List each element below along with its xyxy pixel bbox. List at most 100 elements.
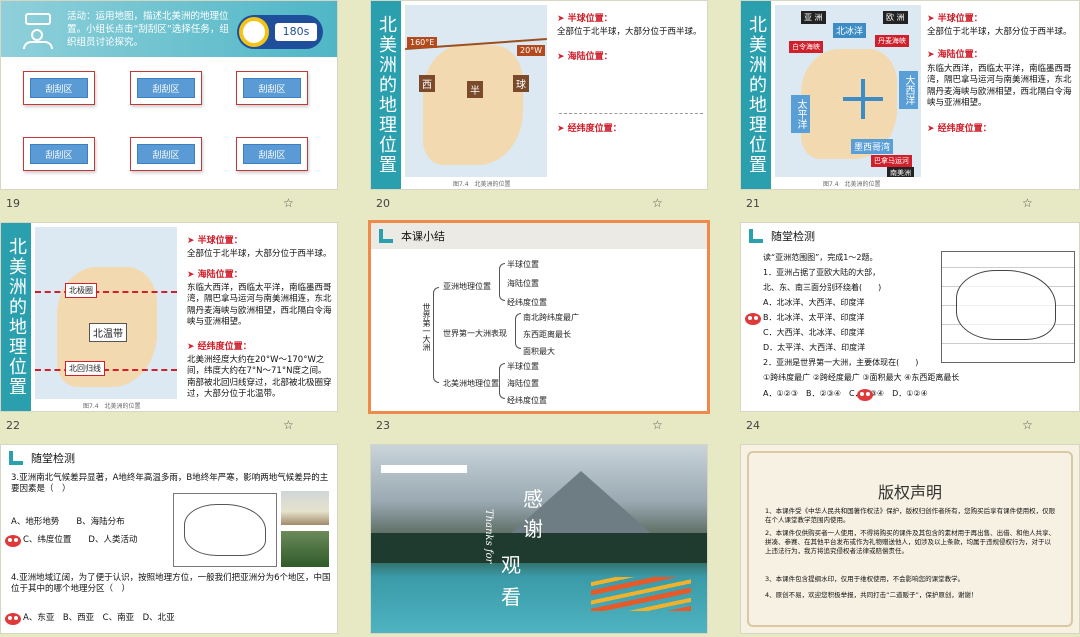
sea-land-label: ➤ 海陆位置： [187, 270, 243, 280]
sea-land-text: 东临大西洋，西临太平洋，南临墨西哥湾，隔巴拿马运河与南美洲相连，东北隔丹麦海峡与… [187, 283, 332, 328]
lonlat-label: ➤ 经纬度位置： [927, 124, 992, 134]
lonlat-label: ➤ 经纬度位置： [557, 124, 622, 134]
north-america-map: 160°E 20°W 西 半 球 [405, 5, 547, 177]
copyright-item: 1、本课件受《中华人民共和国著作权法》保护，版权归创作者所有，您购买后享有课件使… [765, 507, 1056, 524]
slide-thumbnail-21[interactable]: 北美洲的地理位置 亚 洲 北冰洋 欧 洲 白令海峡 丹麦海峡 太平洋 大西洋 墨… [740, 0, 1080, 190]
slide-title: 北美洲的地理位置 [1, 223, 31, 411]
leaf-item: 经纬度位置 [507, 298, 547, 307]
favorite-star-icon[interactable]: ☆ [1022, 196, 1033, 210]
branch-label: 亚洲地理位置 [443, 282, 491, 291]
desert-photo [281, 491, 329, 525]
hemisphere-text: 全部位于北半球，大部分位于西半球。 [187, 249, 332, 259]
map-tag-denmark: 丹麦海峡 [875, 35, 909, 47]
slide-header-title: 本课小结 [401, 230, 445, 243]
section-marker-icon [9, 451, 23, 465]
timer-widget[interactable]: 180s [237, 15, 323, 49]
direction-arrows-icon [843, 79, 883, 119]
section-marker-icon [379, 229, 393, 243]
leaf-item: 半球位置 [507, 362, 539, 371]
map-tag-bering: 白令海峡 [789, 41, 823, 53]
slide-thumbnail-19[interactable]: 活动：运用地图，描述北美洲的地理位置。小组长点击“刮刮区”选择任务，组织组员讨论… [0, 0, 338, 190]
question-line: 2．亚洲是世界第一大洲，主要体现在( ) [763, 358, 919, 367]
map-tag-ban: 半 [467, 81, 483, 98]
map-tag-gulf: 墨西哥湾 [851, 139, 894, 154]
thanks-char: 感 [523, 487, 543, 511]
section-marker-icon [749, 229, 763, 243]
slide-thumbnail-23[interactable]: 本课小结 世界第一大洲 亚洲地理位置 世界第一大洲表现 北美洲地理位置 半球位置… [368, 220, 710, 414]
slide-thumbnail-27[interactable]: 版权声明 1、本课件受《中华人民共和国著作权法》保护，版权归创作者所有，您购买后… [740, 444, 1080, 634]
forest-photo [281, 531, 329, 567]
group-icon [21, 13, 55, 49]
owl-mascot-icon [857, 389, 873, 401]
answer-line [559, 113, 703, 114]
favorite-star-icon[interactable]: ☆ [283, 418, 294, 432]
favorite-star-icon[interactable]: ☆ [652, 196, 663, 210]
scratch-zone-2[interactable]: 刮刮区 [130, 71, 202, 105]
option-line: C、纬度位置 D、人类活动 [23, 535, 138, 545]
leaf-item: 经纬度位置 [507, 396, 547, 405]
thanks-char: 谢 [523, 517, 543, 541]
sea-land-label: ➤ 海陆位置： [557, 52, 613, 62]
option-line: A、东亚 B、西亚 C、南亚 D、北亚 [23, 613, 175, 623]
map-caption: 图7.4 北美洲的位置 [823, 181, 881, 188]
lonlat-label: ➤ 经纬度位置： [187, 342, 252, 352]
slide-number-22: 22 [6, 419, 20, 432]
option-line: D．太平洋、大西洋、印度洋 [763, 343, 866, 352]
leaf-item: 半球位置 [507, 260, 539, 269]
activity-text: 活动：运用地图，描述北美洲的地理位置。小组长点击“刮刮区”选择任务，组织组员讨论… [67, 11, 229, 48]
copyright-item: 4、原创不易，欢迎您积极举报，共同打击“二道贩子”，保护原创，谢谢！ [765, 591, 978, 599]
scratch-zone-4[interactable]: 刮刮区 [23, 137, 95, 171]
slide-thumbnail-22[interactable]: 北美洲的地理位置 北极圈 北温带 北回归线 图7.4 北美洲的位置 ➤ 半球位置… [0, 222, 338, 412]
hemisphere-text: 全部位于北半球，大部分位于西半球。 [927, 27, 1072, 37]
timer-value: 180s [275, 23, 317, 41]
favorite-star-icon[interactable]: ☆ [1022, 418, 1033, 432]
map-tag-arctic: 北冰洋 [833, 23, 867, 38]
hemisphere-label: ➤ 半球位置： [927, 14, 983, 24]
north-america-map: 北极圈 北温带 北回归线 [35, 227, 177, 399]
map-tag-panama: 巴拿马运河 [871, 155, 912, 167]
scratch-zone-label: 刮刮区 [30, 78, 88, 98]
map-tag-pacific: 太平洋 [791, 95, 810, 133]
scratch-zone-3[interactable]: 刮刮区 [236, 71, 308, 105]
hemisphere-label: ➤ 半球位置： [557, 14, 613, 24]
slide-title: 北美洲的地理位置 [741, 1, 771, 189]
script-thanks: Thanks for [483, 509, 494, 564]
slide-header: 随堂检测 [741, 223, 1079, 249]
map-tag-arctic-circle: 北极圈 [65, 283, 97, 298]
leaf-item: 海陆位置 [507, 379, 539, 388]
question-line: 4.亚洲地域辽阔，为了便于认识，按照地理方位，一般我们把亚洲分为6个地区，中国位… [11, 573, 331, 595]
scratch-zone-label: 刮刮区 [30, 144, 88, 164]
slide-thumbnail-26[interactable]: 感 谢 观 看 Thanks for [370, 444, 708, 634]
leaf-item: 面积最大 [523, 347, 555, 356]
scratch-zone-6[interactable]: 刮刮区 [236, 137, 308, 171]
map-tag-asia: 亚 洲 [801, 11, 826, 24]
favorite-star-icon[interactable]: ☆ [283, 196, 294, 210]
map-caption: 图7.4 北美洲的位置 [453, 181, 511, 188]
slide-thumbnail-25[interactable]: 随堂检测 3.亚洲南北气候差异显著，A地终年高温多雨，B地终年严寒，影响两地气候… [0, 444, 338, 634]
hemisphere-label: ➤ 半球位置： [187, 236, 243, 246]
map-tag-xi: 西 [419, 75, 435, 92]
map-tag-europe: 欧 洲 [883, 11, 908, 24]
map-tag-atlantic: 大西洋 [899, 71, 918, 109]
leaf-item: 东西距离最长 [523, 330, 571, 339]
copyright-item: 3、本课件包含提纲水印，仅用于维权使用，不会影响您的课堂教学。 [765, 575, 965, 583]
scratch-zone-5[interactable]: 刮刮区 [130, 137, 202, 171]
hemisphere-text: 全部位于北半球，大部分位于西半球。 [557, 27, 702, 37]
copyright-item: 2、本课件仅供购买者一人使用，不得将购买的课件及其包含的素材用于再出售、出借、和… [765, 529, 1056, 555]
scratch-zone-1[interactable]: 刮刮区 [23, 71, 95, 105]
slide-number-19: 19 [6, 197, 20, 210]
option-line: C．大西洋、北冰洋、印度洋 [763, 328, 865, 337]
asia-map [173, 493, 277, 567]
option-line: B．北冰洋、太平洋、印度洋 [763, 313, 865, 322]
north-america-map: 亚 洲 北冰洋 欧 洲 白令海峡 丹麦海峡 太平洋 大西洋 墨西哥湾 巴拿马运河… [775, 5, 921, 177]
slide-thumbnail-20[interactable]: 北美洲的地理位置 160°E 20°W 西 半 球 图7.4 北美洲的位置 ➤ … [370, 0, 708, 190]
option-line: A．①②③ B．②③④ C．①③④ D．①②④ [763, 389, 928, 398]
leaf-item: 南北跨纬度最广 [523, 313, 579, 322]
mindmap-connector [433, 287, 439, 383]
title-banner [381, 465, 467, 473]
slide-thumbnail-24[interactable]: 随堂检测 读“亚洲范围图”，完成1～2题。 1．亚洲占据了亚欧大陆的大部， 北、… [740, 222, 1080, 412]
map-tag-temperate: 北温带 [89, 323, 127, 342]
slide-number-24: 24 [746, 419, 760, 432]
favorite-star-icon[interactable]: ☆ [652, 418, 663, 432]
owl-mascot-icon [5, 613, 21, 625]
